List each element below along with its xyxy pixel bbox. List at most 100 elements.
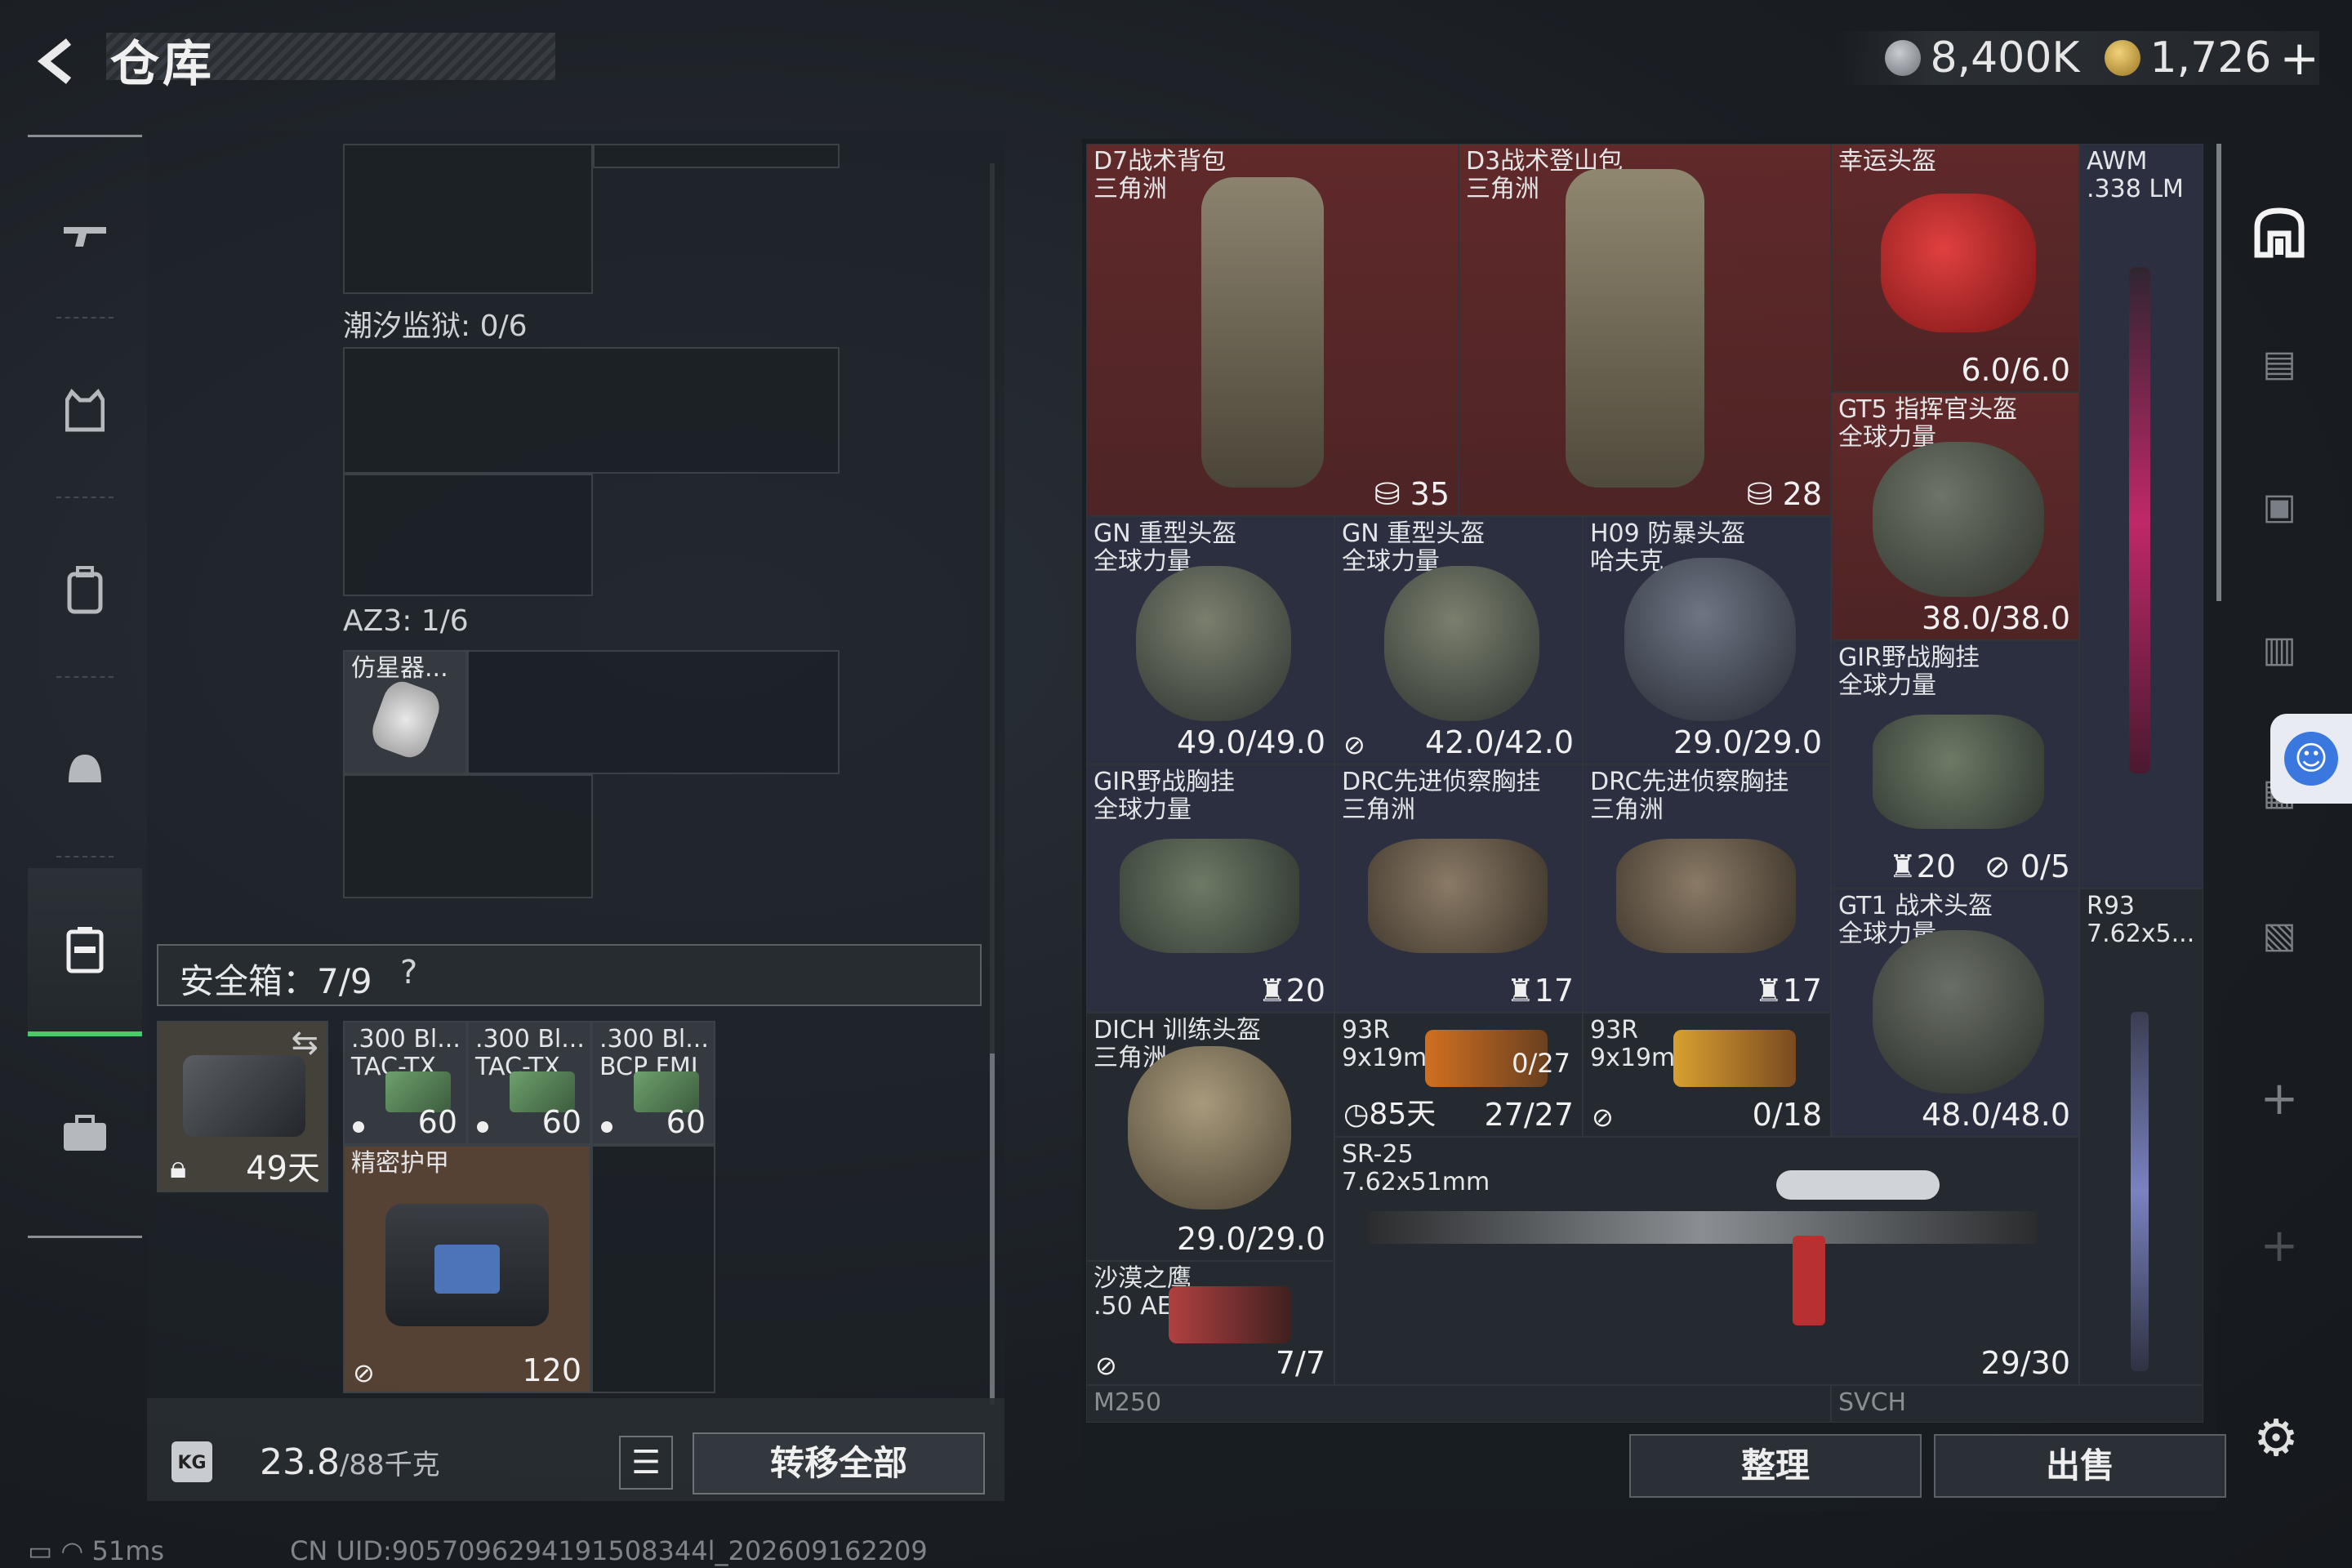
item-name: DRC先进侦察胸挂 三角洲	[1590, 768, 1789, 824]
stash-item-dich-helmet[interactable]: DICH 训练头盔 三角洲 29.0/29.0	[1086, 1013, 1334, 1261]
item-capacity: ♜20	[1258, 973, 1325, 1009]
safe-case-icon	[66, 927, 104, 973]
stash-item-gt5-helmet[interactable]: GT5 指挥官头盔 全球力量 38.0/38.0	[1831, 392, 2079, 640]
grid-cell[interactable]	[591, 1145, 715, 1393]
accessibility-button[interactable]: ☺	[2270, 714, 2352, 804]
weight-display: 23.8/88千克	[260, 1441, 440, 1483]
nav-divider	[56, 856, 114, 858]
stash-item-r93[interactable]: R93 7.62x5...	[2079, 889, 2203, 1385]
nav-add-slot[interactable]: +	[2234, 1184, 2324, 1307]
case-timer: 49天	[246, 1150, 320, 1187]
safe-case-item[interactable]: ⇆ 🔒︎ 49天	[157, 1021, 328, 1192]
helmet-art	[1881, 194, 2036, 332]
stash-item-gir-vest[interactable]: GIR野战胸挂 全球力量 ♜20 ⊘ 0/5	[1831, 640, 2079, 889]
section-label-az3: AZ3: 1/6	[343, 604, 469, 638]
item-name: 精密护甲	[351, 1149, 449, 1178]
no-trade-icon: ⊘	[1095, 1350, 1117, 1381]
gti-box-icon: ▧	[2262, 914, 2296, 956]
helmet-art	[1128, 1046, 1291, 1209]
stash-item-h09-riot-helmet[interactable]: H09 防暴头盔 哈夫克 29.0/29.0	[1583, 516, 1831, 764]
item-name: AWM .338 LM	[2087, 147, 2184, 203]
nav-gti-box[interactable]: ▧	[2234, 874, 2324, 996]
nav-gti-case[interactable]: ▤	[2234, 302, 2324, 425]
safe-case-icon	[183, 1055, 305, 1137]
nav-add-slot[interactable]: +	[2234, 1037, 2324, 1160]
nav-stash-home[interactable]	[2234, 172, 2324, 294]
backpack-art	[1566, 169, 1704, 488]
nav-briefcase[interactable]	[28, 1068, 142, 1199]
nav-vest[interactable]	[28, 345, 142, 476]
lock-icon: 🔒︎	[170, 1149, 187, 1185]
gti-case-icon: ▤	[2262, 342, 2296, 385]
silver-amount: 8,400K	[1930, 33, 2080, 82]
stash-item-d7-backpack[interactable]: D7战术背包 三角洲 ⛁ 35	[1086, 144, 1459, 516]
grid-cell[interactable]	[343, 347, 840, 474]
stash-item-gn-heavy-helmet[interactable]: GN 重型头盔 全球力量 49.0/49.0	[1086, 516, 1334, 764]
item-capacity: ♜17	[1506, 973, 1574, 1009]
rifle-art	[1368, 1211, 2038, 1244]
sell-button[interactable]: 出售	[1934, 1434, 2226, 1498]
stash-item-awm[interactable]: AWM .338 LM	[2079, 144, 2203, 889]
grid-cell[interactable]	[343, 144, 593, 294]
settings-button[interactable]: ⚙	[2247, 1410, 2305, 1467]
inventory-scroll-thumb[interactable]	[990, 1054, 995, 1405]
stash-item-gn-heavy-helmet[interactable]: GN 重型头盔 全球力量 ⊘ 42.0/42.0	[1334, 516, 1583, 764]
item-name: GT5 指挥官头盔 全球力量	[1838, 395, 2018, 452]
ammo-item[interactable]: .300 Bl... BCP FMJ 60	[591, 1021, 715, 1145]
nav-iv-add[interactable]: ▣	[2234, 445, 2324, 568]
grid-cell[interactable]	[343, 774, 593, 898]
vest-icon	[65, 389, 105, 432]
capacity-icon: ⛁	[1746, 476, 1773, 512]
stash-home-icon	[2254, 207, 2305, 258]
item-durability: 38.0/38.0	[1921, 600, 2070, 636]
gear-icon: ⚙	[2253, 1408, 2299, 1468]
nav-safe-case[interactable]	[28, 868, 142, 1036]
nav-weapons[interactable]	[28, 170, 142, 301]
vest-capacity-icon: ♜	[1888, 849, 1917, 884]
helmet-art	[1873, 442, 2044, 597]
stash-item-lucky-helmet[interactable]: 幸运头盔 6.0/6.0	[1831, 144, 2079, 392]
stash-item-gt1-helmet[interactable]: GT1 战术头盔 全球力量 48.0/48.0	[1831, 889, 2079, 1137]
backpack-icon	[67, 566, 103, 614]
stash-item-svch[interactable]: SVCH	[1831, 1385, 2203, 1423]
stash-item-93r-pistol[interactable]: 93R 9x19mm ⊘ 0/18	[1583, 1013, 1831, 1137]
sort-button[interactable]: 整理	[1629, 1434, 1922, 1498]
grid-cell[interactable]	[343, 474, 593, 596]
nav-divider	[56, 676, 114, 678]
stash-item-d3-backpack[interactable]: D3战术登山包 三角洲 ⛁ 28	[1459, 144, 1831, 516]
stash-item-gir-vest[interactable]: GIR野战胸挂 全球力量 ♜20	[1086, 764, 1334, 1013]
nav-helmet[interactable]	[28, 705, 142, 835]
nav-iv-folder[interactable]: ▥	[2234, 588, 2324, 710]
no-trade-icon: ⊘	[353, 1357, 375, 1388]
item-durability: 29.0/29.0	[1673, 724, 1822, 760]
stash-scrollbar[interactable]	[2216, 144, 2221, 601]
grid-cell[interactable]	[467, 650, 840, 774]
stash-item-desert-eagle[interactable]: 沙漠之鹰 .50 AE ⊘ 7/7	[1086, 1261, 1334, 1385]
chest-rig-art	[1873, 715, 2044, 829]
grid-cell[interactable]	[593, 144, 840, 168]
stash-grid: D7战术背包 三角洲 ⛁ 35 D3战术登山包 三角洲 ⛁ 28 幸运头盔 6.…	[1086, 144, 2207, 1423]
section-label-tidal-prison: 潮汐监狱: 0/6	[343, 310, 528, 343]
ammo-count: 60	[666, 1104, 706, 1140]
weight-max: /88千克	[339, 1449, 440, 1481]
item-name: R93 7.62x5...	[2087, 892, 2195, 948]
stash-item-93r-pistol[interactable]: 93R 9x19mm 0/27 ◷85天 27/27	[1334, 1013, 1583, 1137]
safebox-help-button[interactable]: ?	[400, 954, 417, 991]
ammo-item[interactable]: .300 Bl... TAC-TX 60	[467, 1021, 591, 1145]
transfer-all-button[interactable]: 转移全部	[693, 1432, 985, 1494]
add-currency-button[interactable]: +	[2279, 30, 2319, 86]
az3-item[interactable]: 仿星器...	[343, 650, 467, 774]
stash-item-m250[interactable]: M250	[1086, 1385, 1831, 1423]
ammo-item[interactable]: .300 Bl... TAC-TX 60	[343, 1021, 467, 1145]
user-id: CN UID:9057096294191508344l_202609162209	[290, 1535, 928, 1566]
back-button[interactable]	[24, 29, 90, 94]
ammo-count: 60	[417, 1104, 457, 1140]
armor-item[interactable]: 精密护甲 ⊘ 120	[343, 1145, 591, 1393]
nav-backpack[interactable]	[28, 525, 142, 656]
stash-item-drc-vest[interactable]: DRC先进侦察胸挂 三角洲 ♜17	[1583, 764, 1831, 1013]
item-capacity: ♜17	[1754, 973, 1822, 1009]
stash-item-sr25[interactable]: SR-25 7.62x51mm 29/30	[1334, 1137, 2079, 1385]
list-view-button[interactable]: ☰	[619, 1436, 673, 1490]
rifle-icon	[64, 227, 106, 247]
stash-item-drc-vest[interactable]: DRC先进侦察胸挂 三角洲 ♜17	[1334, 764, 1583, 1013]
